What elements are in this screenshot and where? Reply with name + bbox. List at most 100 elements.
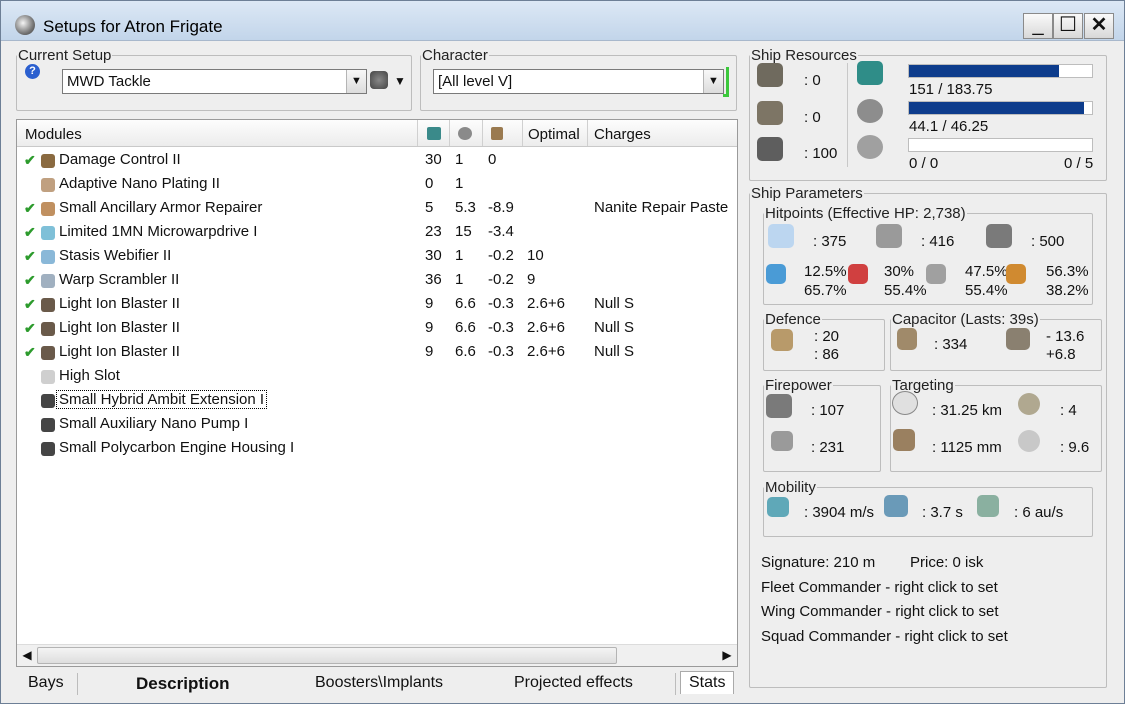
app-icon [15, 15, 35, 35]
modules-header: Modules Optimal Charges [17, 120, 737, 147]
microwarpdrive-icon [41, 226, 55, 240]
minimize-button[interactable]: _ [1023, 13, 1053, 39]
module-cpu: 9 [425, 343, 434, 360]
setup-select[interactable]: MWD Tackle ▼ [62, 69, 367, 94]
thermal-resist-icon [848, 264, 868, 284]
cpu-column-icon[interactable] [427, 127, 441, 140]
kinetic-shield-resist: 47.5% [965, 263, 1008, 280]
active-drones-value: 0 / 5 [1064, 155, 1094, 172]
scroll-left-icon[interactable]: ◀ [17, 645, 37, 666]
defence-repair-icon [771, 329, 793, 351]
tab-stats[interactable]: Stats [680, 671, 735, 694]
capacitor-column-icon[interactable] [491, 127, 503, 140]
header-modules[interactable]: Modules [25, 126, 82, 143]
chevron-down-icon[interactable]: ▼ [703, 70, 723, 93]
blaster-icon [41, 298, 55, 312]
squad-commander-slot[interactable]: Squad Commander - right click to set [761, 628, 1008, 645]
module-enabled-check[interactable]: ✔ [24, 224, 36, 241]
module-enabled-check[interactable]: ✔ [24, 248, 36, 265]
shield-icon [768, 224, 794, 248]
module-row[interactable]: Small Auxiliary Nano Pump I [17, 413, 737, 437]
rig-icon [41, 394, 55, 408]
module-name: Light Ion Blaster II [59, 319, 180, 336]
tab-boosters[interactable]: Boosters\Implants [315, 674, 443, 692]
module-name: Small Auxiliary Nano Pump I [59, 415, 249, 432]
module-name: Small Polycarbon Engine Housing I [59, 439, 295, 456]
module-enabled-check[interactable]: ✔ [24, 152, 36, 169]
module-capacitor: -0.2 [488, 271, 514, 288]
module-enabled-check[interactable]: ✔ [24, 344, 36, 361]
em-shield-resist: 12.5% [804, 263, 847, 280]
maximize-button[interactable]: ☐ [1053, 13, 1083, 39]
module-row[interactable]: Small Polycarbon Engine Housing I [17, 437, 737, 461]
module-power: 1 [455, 151, 464, 168]
module-cpu: 36 [425, 271, 442, 288]
header-charges[interactable]: Charges [594, 126, 651, 143]
character-value: [All level V] [438, 73, 513, 90]
fleet-commander-slot[interactable]: Fleet Commander - right click to set [761, 579, 998, 596]
module-row[interactable]: Adaptive Nano Plating II 0 1 [17, 173, 737, 197]
module-row[interactable]: ✔ Stasis Webifier II 30 1 -0.2 10 [17, 245, 737, 269]
scrollbar-thumb[interactable] [37, 647, 617, 664]
dps-value: : 231 [811, 439, 845, 456]
volley-value: : 107 [811, 402, 845, 419]
setup-value: MWD Tackle [67, 73, 151, 90]
module-enabled-check[interactable]: ✔ [24, 296, 36, 313]
current-setup-legend: Current Setup [18, 47, 112, 64]
module-row[interactable]: ✔ Light Ion Blaster II 9 6.6 -0.3 2.6+6 Null S [17, 317, 737, 341]
module-row[interactable]: ✔ Small Ancillary Armor Repairer 5 5.3 -8.9 N… [17, 197, 737, 221]
tab-bays[interactable]: Bays [28, 674, 64, 692]
powergrid-bar [908, 101, 1093, 115]
scroll-right-icon[interactable]: ▶ [717, 645, 737, 666]
module-power: 1 [455, 247, 464, 264]
module-row[interactable]: Small Hybrid Ambit Extension I [17, 389, 737, 413]
module-row[interactable]: ✔ Limited 1MN Microwarpdrive I 23 15 -3.4 [17, 221, 737, 245]
power-column-icon[interactable] [458, 127, 472, 140]
module-enabled-check[interactable]: ✔ [24, 272, 36, 289]
warp-speed-value: : 6 au/s [1014, 504, 1064, 521]
kinetic-armor-resist: 55.4% [965, 282, 1008, 299]
launcher-hardpoint-icon [757, 101, 783, 125]
ship-parameters-legend: Ship Parameters [751, 185, 863, 202]
header-optimal[interactable]: Optimal [528, 126, 580, 143]
bottom-tabs: Bays Description Boosters\Implants Proje… [11, 671, 741, 699]
warp-speed-icon [977, 495, 999, 517]
module-optimal: 2.6+6 [527, 319, 565, 336]
signature-radius: Signature: 210 m [761, 554, 876, 571]
scan-resolution-value: : 1125 mm [932, 439, 1002, 456]
window-title: Setups for Atron Frigate [43, 17, 223, 36]
setup-tools-icon[interactable] [370, 71, 388, 89]
drone-bay-icon [757, 137, 783, 161]
help-icon[interactable]: ? [25, 64, 40, 79]
module-name: Light Ion Blaster II [59, 343, 180, 360]
mobility-legend: Mobility [765, 479, 816, 496]
module-row[interactable]: ✔ Damage Control II 30 1 0 [17, 149, 737, 173]
structure-hp: : 500 [1031, 233, 1065, 250]
scan-resolution-icon [893, 429, 915, 451]
module-power: 6.6 [455, 343, 476, 360]
close-button[interactable]: ✕ [1084, 13, 1114, 39]
chevron-down-icon[interactable]: ▼ [346, 70, 366, 93]
turret-hardpoint-icon [757, 63, 783, 87]
explosive-shield-resist: 56.3% [1046, 263, 1089, 280]
module-enabled-check[interactable]: ✔ [24, 200, 36, 217]
em-armor-resist: 65.7% [804, 282, 847, 299]
module-row[interactable]: ✔ Warp Scrambler II 36 1 -0.2 9 [17, 269, 737, 293]
setup-menu-button[interactable]: ▼ [391, 71, 409, 91]
firepower-group: Firepower [763, 377, 881, 472]
horizontal-scrollbar[interactable]: ◀ ▶ [17, 644, 737, 666]
module-enabled-check[interactable]: ✔ [24, 320, 36, 337]
module-optimal: 2.6+6 [527, 295, 565, 312]
tab-description[interactable]: Description [136, 674, 230, 694]
module-row[interactable]: ✔ Light Ion Blaster II 9 6.6 -0.3 2.6+6 Null S [17, 293, 737, 317]
module-name: High Slot [59, 367, 120, 384]
module-name: Limited 1MN Microwarpdrive I [59, 223, 258, 240]
module-optimal: 2.6+6 [527, 343, 565, 360]
wing-commander-slot[interactable]: Wing Commander - right click to set [761, 603, 999, 620]
character-select[interactable]: [All level V] ▼ [433, 69, 724, 94]
tab-projected[interactable]: Projected effects [514, 674, 633, 692]
drone-bay-value: : 100 [804, 145, 838, 162]
module-row[interactable]: ✔ Light Ion Blaster II 9 6.6 -0.3 2.6+6 Null S [17, 341, 737, 365]
module-row[interactable]: High Slot [17, 365, 737, 389]
setups-window: Setups for Atron Frigate _ ☐ ✕ Current S… [0, 0, 1125, 704]
